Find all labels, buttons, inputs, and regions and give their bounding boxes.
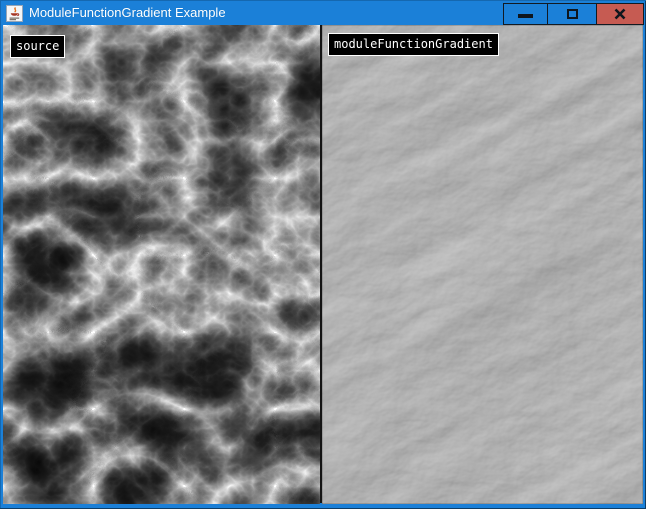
app-window: ModuleFunctionGradient Example xyxy=(0,0,646,509)
window-controls xyxy=(503,2,646,25)
gradient-label: moduleFunctionGradient xyxy=(328,33,499,56)
window-title: ModuleFunctionGradient Example xyxy=(29,1,226,25)
close-button[interactable] xyxy=(596,3,644,25)
minimize-button[interactable] xyxy=(503,3,548,25)
maximize-square-icon xyxy=(567,9,578,19)
source-panel: source xyxy=(3,25,320,504)
minimize-dash-icon xyxy=(518,14,533,18)
java-coffee-cup-icon xyxy=(6,5,23,22)
maximize-button[interactable] xyxy=(547,3,597,25)
close-x-icon xyxy=(613,7,627,21)
titlebar[interactable]: ModuleFunctionGradient Example xyxy=(0,1,646,25)
gradient-image xyxy=(322,25,643,504)
source-label: source xyxy=(10,35,65,58)
gradient-panel: moduleFunctionGradient xyxy=(322,25,643,504)
source-image xyxy=(3,25,320,504)
content-area: source xyxy=(3,25,643,503)
